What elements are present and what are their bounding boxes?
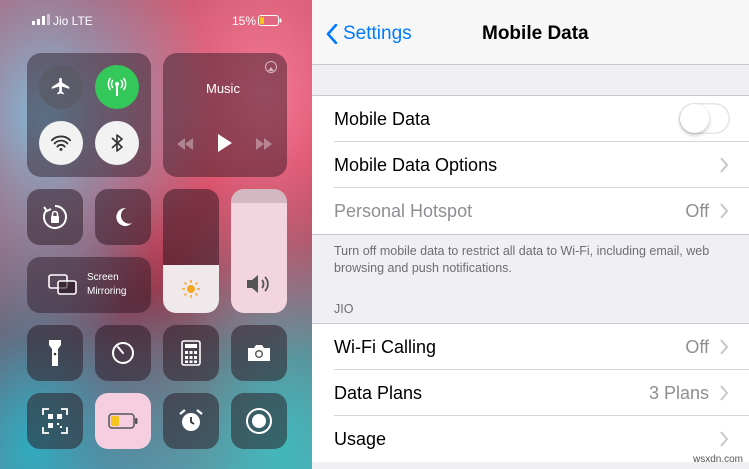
navigation-bar: Settings Mobile Data: [312, 0, 749, 65]
chevron-right-icon: [720, 385, 729, 401]
airplay-icon[interactable]: [264, 60, 278, 79]
mobile-data-switch[interactable]: [679, 103, 730, 134]
volume-empty: [231, 189, 287, 203]
back-button[interactable]: Settings: [343, 23, 412, 45]
data-plans-row[interactable]: Data Plans 3 Plans: [312, 370, 749, 416]
settings-panel: Settings Mobile Data Mobile Data Mobile …: [312, 0, 749, 469]
low-power-mode-toggle[interactable]: [95, 393, 151, 449]
row-label: Usage: [334, 429, 387, 449]
carrier-label: Jio LTE: [53, 14, 93, 28]
divider: [312, 234, 749, 235]
personal-hotspot-row[interactable]: Personal Hotspot Off: [312, 188, 749, 234]
chevron-right-icon: [720, 157, 729, 173]
chevron-right-icon: [720, 339, 729, 355]
calculator-icon: [181, 340, 201, 366]
camera-button[interactable]: [231, 325, 287, 381]
battery-icon: [258, 15, 282, 29]
rotation-lock-icon: [43, 205, 67, 229]
footer-note: Turn off mobile data to restrict all dat…: [334, 244, 710, 275]
music-title: Music: [206, 81, 240, 96]
volume-slider[interactable]: [231, 189, 287, 313]
airplane-mode-toggle[interactable]: [39, 65, 83, 109]
back-chevron-icon[interactable]: [326, 23, 338, 49]
screen-record-button[interactable]: [231, 393, 287, 449]
fast-forward-icon[interactable]: [255, 137, 273, 155]
chevron-right-icon: [720, 431, 729, 447]
qr-scanner-button[interactable]: [27, 393, 83, 449]
screen-mirroring-icon: [48, 273, 78, 302]
play-icon[interactable]: [217, 134, 233, 157]
record-icon: [246, 408, 272, 434]
screen-mirroring-label-1: Screen: [87, 272, 119, 283]
camera-icon: [248, 345, 270, 361]
chevron-right-icon: [720, 203, 729, 219]
row-label: Personal Hotspot: [334, 201, 473, 221]
row-label: Mobile Data Options: [334, 155, 498, 175]
wifi-toggle[interactable]: [39, 121, 83, 165]
switch-knob: [680, 104, 709, 133]
mobile-data-options-row[interactable]: Mobile Data Options: [312, 142, 749, 188]
row-label: Data Plans: [334, 383, 423, 403]
section-header: JIO: [334, 302, 354, 316]
battery-low-icon: [108, 413, 138, 429]
brightness-slider[interactable]: [163, 189, 219, 313]
usage-row[interactable]: Usage: [312, 416, 749, 462]
wifi-calling-row[interactable]: Wi-Fi Calling Off: [312, 324, 749, 370]
bluetooth-icon: [111, 134, 123, 152]
screen-mirroring-button[interactable]: [27, 257, 151, 313]
cellular-data-toggle[interactable]: [95, 65, 139, 109]
airplane-icon: [51, 77, 70, 95]
row-value: Off: [685, 337, 709, 357]
page-title: Mobile Data: [482, 23, 589, 44]
qr-code-icon: [42, 408, 68, 434]
row-value: 3 Plans: [648, 383, 709, 403]
rotation-lock-toggle[interactable]: [27, 189, 83, 245]
do-not-disturb-toggle[interactable]: [95, 189, 151, 245]
flashlight-button[interactable]: [27, 325, 83, 381]
moon-icon: [116, 207, 132, 226]
alarm-clock-icon: [179, 409, 203, 431]
row-value: Off: [685, 201, 709, 221]
row-label: Mobile Data: [334, 109, 431, 129]
signal-icon: [32, 14, 50, 28]
battery-percent: 15%: [232, 14, 257, 28]
antenna-icon: [107, 77, 127, 96]
timer-button[interactable]: [95, 325, 151, 381]
mobile-data-row[interactable]: Mobile Data: [312, 96, 749, 142]
sun-icon: [182, 280, 200, 298]
timer-icon: [112, 342, 134, 364]
row-label: Wi-Fi Calling: [334, 337, 437, 357]
calculator-button[interactable]: [163, 325, 219, 381]
flashlight-icon: [49, 340, 61, 366]
speaker-icon: [247, 275, 269, 293]
bluetooth-toggle[interactable]: [95, 121, 139, 165]
screen-mirroring-label-2: Mirroring: [87, 286, 127, 297]
wifi-icon: [50, 135, 72, 151]
alarm-button[interactable]: [163, 393, 219, 449]
rewind-icon[interactable]: [176, 137, 194, 155]
control-center: Jio LTE 15% Music Screen Mirroring: [0, 0, 312, 469]
watermark: wsxdn.com: [692, 454, 743, 465]
